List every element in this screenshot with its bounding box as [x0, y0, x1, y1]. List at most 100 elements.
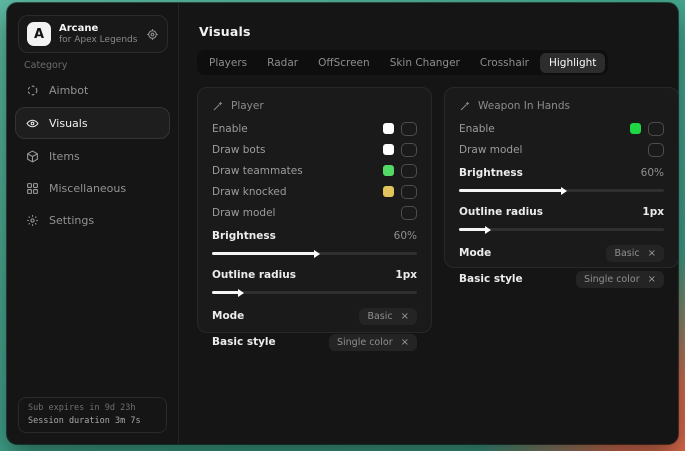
draw-teammates-checkbox[interactable] — [401, 164, 417, 178]
sidebar-item-label: Visuals — [49, 117, 88, 130]
visuals-tabbar: Players Radar OffScreen Skin Changer Cro… — [197, 50, 608, 75]
weapon-panel-header: Weapon In Hands — [459, 100, 664, 112]
mode-select-row: Mode Basic × — [212, 303, 417, 329]
toggle-label: Draw model — [212, 207, 275, 219]
sidebar-item-label: Items — [49, 150, 80, 163]
sidebar: A Arcane for Apex Legends Category Aimbo… — [7, 3, 179, 444]
slider-thumb[interactable] — [238, 289, 244, 297]
player-panel: Player Enable Draw bots Draw teammates — [197, 87, 432, 333]
slider-value: 60% — [394, 230, 417, 242]
basic-style-select-row: Basic style Single color × — [212, 329, 417, 355]
app-window: A Arcane for Apex Legends Category Aimbo… — [7, 3, 678, 444]
tag-label: Basic — [367, 311, 392, 322]
slider-value: 1px — [642, 206, 664, 218]
app-header-card: A Arcane for Apex Legends — [18, 15, 168, 53]
basic-style-select-row: Basic style Single color × — [459, 266, 664, 292]
player-panel-header: Player — [212, 100, 417, 112]
panel-title: Weapon In Hands — [478, 100, 570, 112]
toggle-row-draw-model: Draw model — [212, 202, 417, 223]
tag-label: Single color — [584, 274, 640, 285]
slider-thumb[interactable] — [314, 250, 320, 258]
close-icon[interactable]: × — [401, 337, 409, 348]
outline-radius-row: Outline radius 1px — [459, 201, 664, 222]
draw-bots-checkbox[interactable] — [401, 143, 417, 157]
mode-tag[interactable]: Basic × — [606, 245, 664, 262]
enable-checkbox[interactable] — [648, 122, 664, 136]
tab-offscreen[interactable]: OffScreen — [309, 53, 379, 73]
brightness-row: Brightness 60% — [212, 225, 417, 246]
outline-radius-row: Outline radius 1px — [212, 264, 417, 285]
tab-radar[interactable]: Radar — [258, 53, 307, 73]
sidebar-item-aimbot[interactable]: Aimbot — [15, 75, 170, 105]
sidebar-item-visuals[interactable]: Visuals — [15, 107, 170, 139]
basic-style-tag[interactable]: Single color × — [576, 271, 664, 288]
toggle-row-draw-knocked: Draw knocked — [212, 181, 417, 202]
draw-knocked-checkbox[interactable] — [401, 185, 417, 199]
toggle-row-draw-model: Draw model — [459, 139, 664, 160]
sidebar-item-items[interactable]: Items — [15, 141, 170, 171]
weapon-in-hands-panel: Weapon In Hands Enable Draw model Bright… — [444, 87, 679, 268]
wand-icon — [212, 100, 224, 112]
slider-thumb[interactable] — [561, 187, 567, 195]
color-swatch[interactable] — [630, 123, 641, 134]
close-icon[interactable]: × — [648, 274, 656, 285]
toggle-label: Draw knocked — [212, 186, 287, 198]
tab-players[interactable]: Players — [200, 53, 256, 73]
slider-label: Outline radius — [212, 269, 296, 281]
toggle-label: Enable — [459, 123, 495, 135]
slider-thumb[interactable] — [485, 226, 491, 234]
sidebar-item-miscellaneous[interactable]: Miscellaneous — [15, 173, 170, 203]
select-label: Mode — [212, 310, 244, 322]
page-title: Visuals — [199, 24, 251, 39]
draw-model-checkbox[interactable] — [648, 143, 664, 157]
mode-select-row: Mode Basic × — [459, 240, 664, 266]
outline-radius-slider[interactable] — [459, 228, 664, 231]
draw-model-checkbox[interactable] — [401, 206, 417, 220]
category-label: Category — [24, 60, 67, 71]
outline-radius-slider[interactable] — [212, 291, 417, 294]
toggle-row-draw-bots: Draw bots — [212, 139, 417, 160]
app-logo: A — [27, 22, 51, 46]
crosshair-icon — [26, 84, 39, 97]
tab-skin-changer[interactable]: Skin Changer — [381, 53, 469, 73]
sidebar-nav: Aimbot Visuals Items Miscellaneous — [15, 75, 170, 237]
toggle-row-draw-teammates: Draw teammates — [212, 160, 417, 181]
tab-highlight[interactable]: Highlight — [540, 53, 605, 73]
sub-expires-text: Sub expires in 9d 23h — [28, 402, 157, 415]
color-swatch[interactable] — [383, 144, 394, 155]
toggle-row-enable: Enable — [212, 118, 417, 139]
tag-label: Single color — [337, 337, 393, 348]
subscription-info-card: Sub expires in 9d 23h Session duration 3… — [18, 397, 167, 433]
toggle-label: Enable — [212, 123, 248, 135]
tag-label: Basic — [614, 248, 639, 259]
sidebar-item-settings[interactable]: Settings — [15, 205, 170, 235]
select-label: Basic style — [212, 336, 276, 348]
close-icon[interactable]: × — [648, 248, 656, 259]
toggle-label: Draw bots — [212, 144, 265, 156]
main-content: Visuals Players Radar OffScreen Skin Cha… — [180, 3, 678, 444]
eye-icon — [26, 117, 39, 130]
grid-icon — [26, 182, 39, 195]
color-swatch[interactable] — [383, 165, 394, 176]
close-icon[interactable]: × — [401, 311, 409, 322]
box-icon — [26, 150, 39, 163]
slider-label: Outline radius — [459, 206, 543, 218]
color-swatch[interactable] — [383, 186, 394, 197]
select-label: Basic style — [459, 273, 523, 285]
slider-value: 1px — [395, 269, 417, 281]
app-name: Arcane — [59, 23, 138, 35]
gear-icon — [26, 214, 39, 227]
gear-icon[interactable] — [146, 28, 159, 41]
panel-title: Player — [231, 100, 264, 112]
brightness-slider[interactable] — [212, 252, 417, 255]
toggle-row-enable: Enable — [459, 118, 664, 139]
basic-style-tag[interactable]: Single color × — [329, 334, 417, 351]
wand-icon — [459, 100, 471, 112]
slider-label: Brightness — [212, 230, 276, 242]
enable-checkbox[interactable] — [401, 122, 417, 136]
mode-tag[interactable]: Basic × — [359, 308, 417, 325]
tab-crosshair[interactable]: Crosshair — [471, 53, 538, 73]
sidebar-item-label: Settings — [49, 214, 94, 227]
color-swatch[interactable] — [383, 123, 394, 134]
brightness-slider[interactable] — [459, 189, 664, 192]
